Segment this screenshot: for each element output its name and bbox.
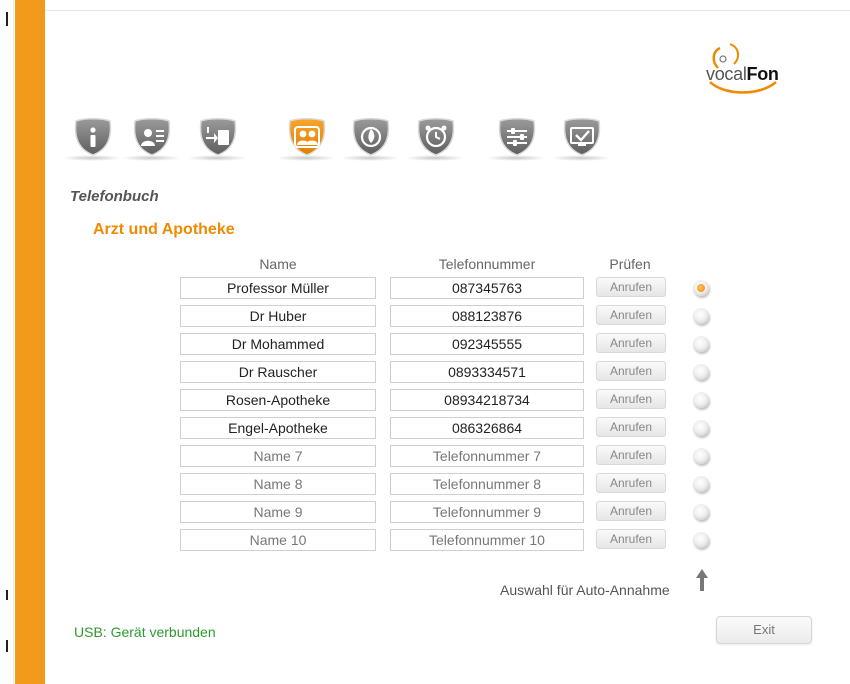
- call-button[interactable]: Anrufen: [596, 305, 666, 325]
- page-title: Telefonbuch: [70, 188, 159, 205]
- column-header-check: Prüfen: [609, 256, 651, 272]
- name-field[interactable]: Dr Mohammed: [180, 333, 376, 355]
- table-row: Name 7 Telefonnummer 7 Anrufen: [0, 445, 850, 467]
- table-row: Dr Rauscher 0893334571 Anrufen: [0, 361, 850, 383]
- name-field[interactable]: Dr Huber: [180, 305, 376, 327]
- call-button[interactable]: Anrufen: [596, 529, 666, 549]
- logo-part-fon: Fon: [746, 64, 779, 84]
- call-button[interactable]: Anrufen: [596, 277, 666, 297]
- auto-answer-radio[interactable]: [693, 308, 709, 324]
- top-divider: [45, 10, 850, 11]
- call-button[interactable]: Anrufen: [596, 445, 666, 465]
- nav-settings-sliders-button[interactable]: [486, 115, 546, 161]
- auto-answer-label: Auswahl für Auto-Annahme: [500, 582, 670, 598]
- auto-answer-radio[interactable]: [693, 532, 709, 548]
- auto-answer-radio[interactable]: [693, 364, 709, 380]
- auto-answer-radio[interactable]: [693, 476, 709, 492]
- name-field[interactable]: Dr Rauscher: [180, 361, 376, 383]
- table-row: Name 8 Telefonnummer 8 Anrufen: [0, 473, 850, 495]
- phone-field[interactable]: 0893334571: [390, 361, 584, 383]
- phone-field[interactable]: 092345555: [390, 333, 584, 355]
- call-button[interactable]: Anrufen: [596, 473, 666, 493]
- phone-field[interactable]: Telefonnummer 7: [390, 445, 584, 467]
- call-button[interactable]: Anrufen: [596, 333, 666, 353]
- auto-answer-radio[interactable]: [693, 280, 709, 296]
- name-field[interactable]: Rosen-Apotheke: [180, 389, 376, 411]
- table-row: Dr Huber 088123876 Anrufen: [0, 305, 850, 327]
- name-field[interactable]: Name 7: [180, 445, 376, 467]
- monitor-check-icon: [563, 118, 601, 156]
- usb-status: USB: Gerät verbunden: [74, 624, 216, 640]
- call-button[interactable]: Anrufen: [596, 361, 666, 381]
- nav-info-button[interactable]: [62, 115, 122, 161]
- nav-monitor-check-button[interactable]: [551, 115, 611, 161]
- nav-phonebook-people-button[interactable]: [276, 115, 336, 161]
- call-button[interactable]: Anrufen: [596, 501, 666, 521]
- auto-answer-radio[interactable]: [693, 336, 709, 352]
- table-row: Dr Mohammed 092345555 Anrufen: [0, 333, 850, 355]
- auto-answer-radio[interactable]: [693, 448, 709, 464]
- table-row: Name 10 Telefonnummer 10 Anrufen: [0, 529, 850, 551]
- vocalfon-logo: vocalFon: [700, 42, 810, 98]
- call-button[interactable]: Anrufen: [596, 417, 666, 437]
- table-row: Professor Müller 087345763 Anrufen: [0, 277, 850, 299]
- arrow-up-icon: [696, 569, 708, 591]
- phonebook-people-icon: [288, 118, 326, 156]
- phone-field[interactable]: Telefonnummer 9: [390, 501, 584, 523]
- category-title: Arzt und Apotheke: [93, 221, 235, 238]
- table-row: Rosen-Apotheke 08934218734 Anrufen: [0, 389, 850, 411]
- table-row: Name 9 Telefonnummer 9 Anrufen: [0, 501, 850, 523]
- contact-card-icon: [133, 118, 171, 156]
- nav-alarm-clock-button[interactable]: [405, 115, 465, 161]
- phone-field[interactable]: 086326864: [390, 417, 584, 439]
- phone-field[interactable]: 088123876: [390, 305, 584, 327]
- name-field[interactable]: Name 8: [180, 473, 376, 495]
- phone-field[interactable]: Telefonnummer 8: [390, 473, 584, 495]
- column-header-name: Name: [259, 256, 297, 272]
- exit-button[interactable]: Exit: [716, 616, 812, 644]
- table-row: Engel-Apotheke 086326864 Anrufen: [0, 417, 850, 439]
- emergency-flame-icon: [352, 118, 390, 156]
- info-icon: [74, 118, 112, 156]
- nav-emergency-flame-button[interactable]: [340, 115, 400, 161]
- phone-transfer-icon: [199, 118, 237, 156]
- phone-field[interactable]: 08934218734: [390, 389, 584, 411]
- auto-answer-radio[interactable]: [693, 392, 709, 408]
- name-field[interactable]: Name 10: [180, 529, 376, 551]
- call-button[interactable]: Anrufen: [596, 389, 666, 409]
- column-header-phone: Telefonnummer: [438, 256, 536, 272]
- settings-sliders-icon: [498, 118, 536, 156]
- logo-wordmark: vocalFon: [706, 64, 779, 85]
- name-field[interactable]: Name 9: [180, 501, 376, 523]
- phone-field[interactable]: 087345763: [390, 277, 584, 299]
- name-field[interactable]: Professor Müller: [180, 277, 376, 299]
- name-field[interactable]: Engel-Apotheke: [180, 417, 376, 439]
- nav-phone-transfer-button[interactable]: [187, 115, 247, 161]
- auto-answer-radio[interactable]: [693, 420, 709, 436]
- logo-part-vocal: vocal: [706, 64, 747, 84]
- alarm-clock-icon: [417, 118, 455, 156]
- auto-answer-radio[interactable]: [693, 504, 709, 520]
- phone-field[interactable]: Telefonnummer 10: [390, 529, 584, 551]
- nav-contact-card-button[interactable]: [121, 115, 181, 161]
